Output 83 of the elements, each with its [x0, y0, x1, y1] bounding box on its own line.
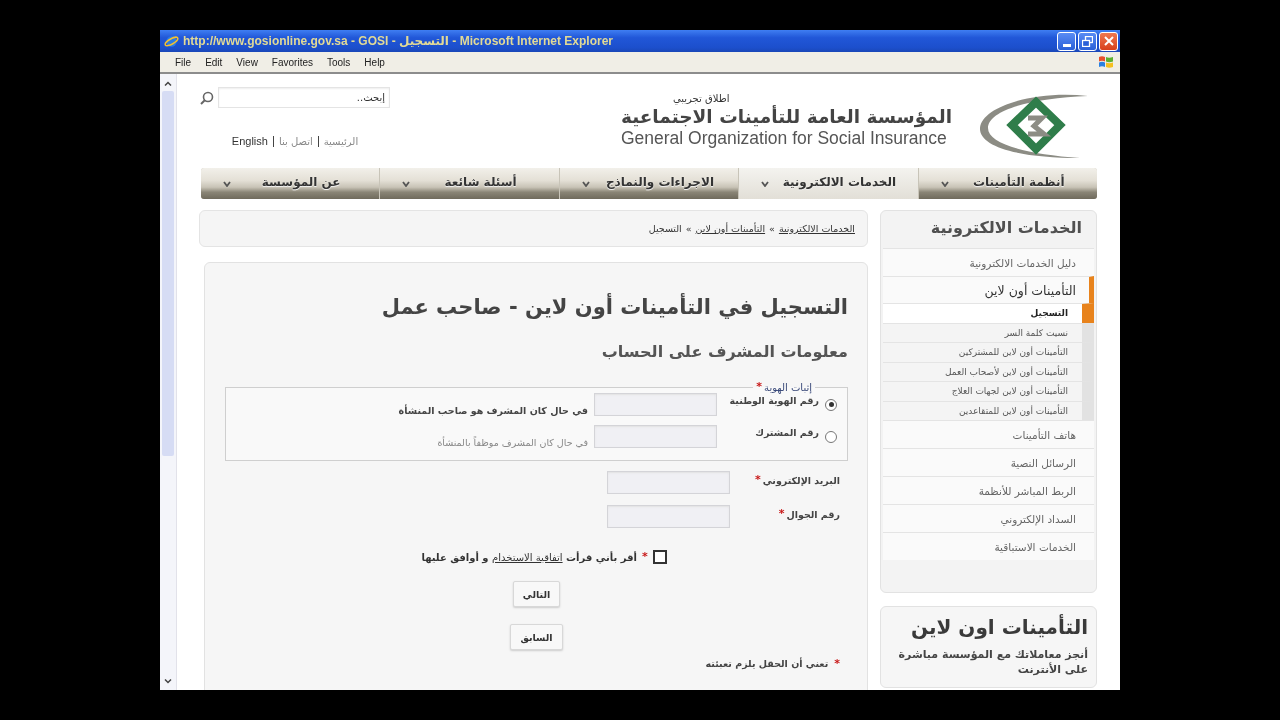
- restore-button[interactable]: [1078, 31, 1097, 51]
- breadcrumb-separator: »: [685, 223, 692, 234]
- field-label: البريد الإلكتروني: [762, 475, 840, 486]
- required-mark: *: [778, 509, 785, 520]
- breadcrumb-link[interactable]: التأمينات أون لاين: [695, 223, 766, 234]
- nav-tab[interactable]: الخدمات الالكترونية: [739, 168, 918, 199]
- header-link[interactable]: اتصل بنا: [278, 135, 313, 147]
- menu-item[interactable]: Tools: [322, 55, 356, 69]
- header-link[interactable]: English: [231, 135, 268, 147]
- app-icon: [164, 33, 179, 49]
- fieldset-legend: إثبات الهوية: [764, 382, 812, 393]
- caret-icon: [761, 180, 770, 187]
- hint-text: في حال كان المشرف هو صاحب المنشأة: [398, 405, 588, 416]
- field-label: رقم الجوال: [786, 509, 840, 520]
- organization-name-english: General Organization for Social Insurance: [620, 128, 948, 149]
- nav-tab[interactable]: الاجراءات والنماذج: [559, 168, 739, 199]
- menu-item[interactable]: File: [170, 55, 197, 69]
- sidebar-subitem[interactable]: التأمينات أون لاين لأصحاب العمل: [883, 361, 1094, 381]
- agreement-checkbox[interactable]: [652, 550, 667, 564]
- sidebar-item[interactable]: هاتف التأمينات: [883, 420, 1094, 448]
- input-field[interactable]: [607, 471, 730, 494]
- caret-icon: [581, 180, 590, 187]
- organization-name: المؤسسة العامة للتأمينات الاجتماعية: [620, 105, 952, 128]
- minimize-icon: [1062, 43, 1071, 47]
- caret-icon: [222, 180, 231, 187]
- sidebar-item[interactable]: الخدمات الاستباقية: [883, 532, 1094, 560]
- sidebar-subitem[interactable]: التأمينات أون لاين لجهات العلاج: [883, 381, 1094, 401]
- breadcrumb-separator: »: [769, 223, 775, 234]
- search-field[interactable]: إبحث..: [218, 87, 390, 108]
- menu-item[interactable]: Edit: [200, 55, 228, 69]
- required-mark: *: [754, 475, 761, 486]
- flag-icon: [1098, 54, 1114, 70]
- minimize-button[interactable]: [1057, 31, 1076, 51]
- logo-tagline: اطلاق تجريبي: [672, 92, 730, 105]
- sidebar-subitem[interactable]: التسجيل: [883, 303, 1094, 323]
- promo-title: التأمينات اون لاين: [909, 613, 1088, 641]
- breadcrumb-link[interactable]: الخدمات الالكترونية: [778, 223, 855, 234]
- option-label: رقم المشترك: [754, 427, 819, 438]
- search-icon[interactable]: [200, 90, 214, 105]
- close-button[interactable]: [1099, 31, 1118, 51]
- sidebar-item[interactable]: الربط المباشر للأنظمة: [883, 476, 1094, 504]
- scroll-up-icon[interactable]: [164, 81, 172, 86]
- page-title: التسجيل في التأمينات أون لاين - صاحب عمل: [380, 292, 848, 321]
- menu-item[interactable]: View: [231, 55, 263, 69]
- promo-text: أنجز معاملاتك مع المؤسسة مباشرة على الأنترنت: [897, 647, 1088, 677]
- nav-tab[interactable]: أسئلة شائعة: [380, 168, 559, 199]
- nav-tab[interactable]: عن المؤسسة: [201, 168, 380, 199]
- input-field[interactable]: [607, 505, 730, 528]
- caret-icon: [940, 180, 949, 187]
- required-mark: *: [756, 382, 763, 392]
- next-button[interactable]: التالي: [512, 581, 561, 607]
- sidebar-subitem[interactable]: التأمينات أون لاين للمشتركين: [883, 342, 1094, 362]
- menu-item[interactable]: Favorites: [266, 55, 318, 69]
- hint-text: في حال كان المشرف موظفاً بالمنشأة: [437, 437, 588, 448]
- sidebar-item[interactable]: السداد الإلكتروني: [883, 504, 1094, 532]
- sidebar-title: الخدمات الالكترونية: [929, 217, 1083, 239]
- radio-button[interactable]: [825, 398, 837, 411]
- required-mark: *: [641, 552, 648, 562]
- sidebar-item[interactable]: الرسائل النصية: [883, 448, 1094, 476]
- sidebar-item[interactable]: دليل الخدمات الالكترونية: [883, 248, 1094, 276]
- window-title: http://www.gosionline.gov.sa - GOSI - التسجيل - Microsoft Internet Explorer: [183, 34, 615, 48]
- scrollbar-thumb[interactable]: [162, 91, 174, 456]
- input-field[interactable]: [594, 425, 717, 448]
- menu-item[interactable]: Help: [359, 55, 390, 69]
- caret-icon: [402, 180, 411, 187]
- input-field[interactable]: [594, 393, 717, 416]
- sidebar-subitem[interactable]: نسيت كلمة السر: [883, 322, 1094, 342]
- required-mark: *: [834, 658, 840, 669]
- breadcrumb-current: التسجيل: [648, 223, 682, 234]
- nav-tab[interactable]: أنظمة التأمينات: [918, 168, 1097, 199]
- sidebar-item[interactable]: التأمينات أون لاين: [883, 276, 1094, 303]
- required-note: تعني أن الحقل يلزم تعبئته: [705, 658, 829, 669]
- close-icon: [1103, 36, 1114, 46]
- header-link[interactable]: الرئيسية: [323, 135, 359, 147]
- agreement-text: أقر بأني قرأت اتفاقية الاستخدام و أوافق عليها: [421, 551, 637, 563]
- option-label: رقم الهوية الوطنية: [728, 395, 819, 406]
- radio-button[interactable]: [825, 430, 837, 443]
- restore-icon: [1082, 35, 1093, 47]
- back-button[interactable]: السابق: [510, 624, 563, 650]
- section-title: معلومات المشرف على الحساب: [600, 341, 848, 363]
- terms-link[interactable]: اتفاقية الاستخدام: [492, 551, 563, 563]
- sidebar-subitem[interactable]: التأمينات أون لاين للمتقاعدين: [883, 400, 1094, 420]
- scroll-down-icon[interactable]: [164, 679, 172, 684]
